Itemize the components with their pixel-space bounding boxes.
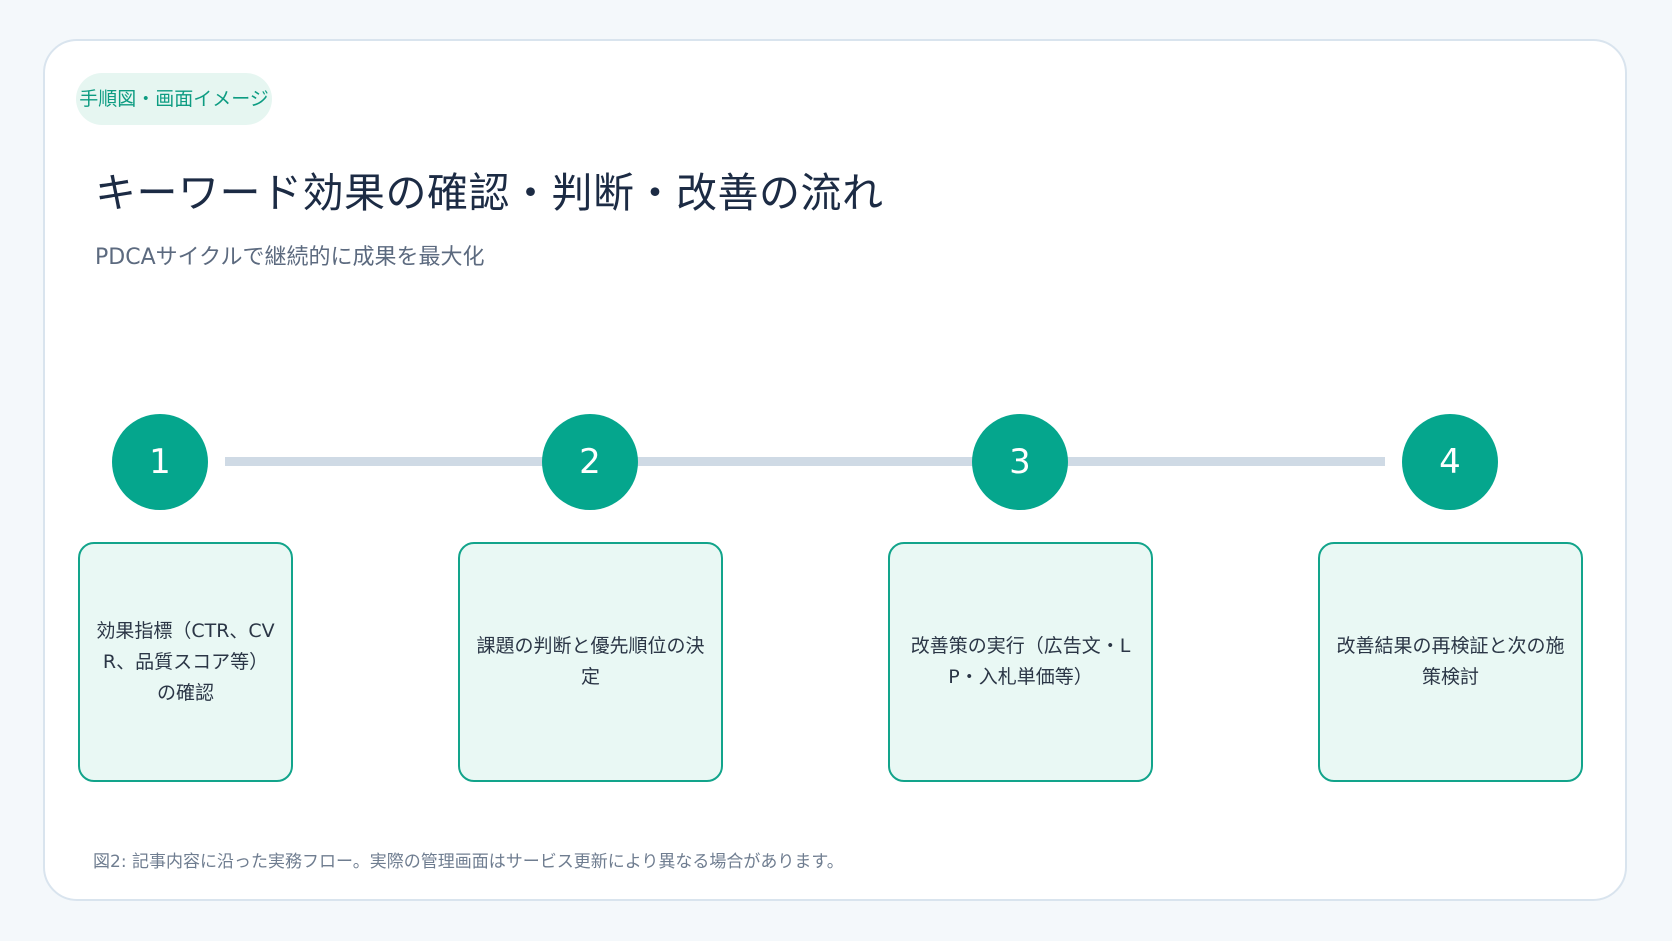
step-number-4: 4: [1402, 414, 1498, 510]
page-title: キーワード効果の確認・判断・改善の流れ: [95, 169, 884, 217]
step-number-2: 2: [542, 414, 638, 510]
step-text-4: 改善結果の再検証と次の施策検討: [1336, 635, 1565, 688]
category-badge: 手順図・画面イメージ: [76, 73, 272, 125]
page-subtitle: PDCAサイクルで継続的に成果を最大化: [95, 245, 485, 270]
connector-3-4: [1025, 457, 1385, 466]
step-text-2: 課題の判断と優先順位の決定: [476, 635, 705, 688]
connector-1-2: [225, 457, 585, 466]
step-text-3: 改善策の実行（広告文・LP・入札単価等）: [910, 635, 1131, 688]
figure-caption: 図2: 記事内容に沿った実務フロー。実際の管理画面はサービス更新により異なる場合…: [93, 852, 844, 872]
step-text-1: 効果指標（CTR、CVR、品質スコア等）の確認: [96, 619, 275, 704]
step-box-1: 効果指標（CTR、CVR、品質スコア等）の確認: [78, 542, 293, 782]
diagram-card: 手順図・画面イメージ キーワード効果の確認・判断・改善の流れ PDCAサイクルで…: [43, 39, 1627, 901]
step-box-4: 改善結果の再検証と次の施策検討: [1318, 542, 1583, 782]
connector-2-3: [625, 457, 985, 466]
step-number-1: 1: [112, 414, 208, 510]
step-box-2: 課題の判断と優先順位の決定: [458, 542, 723, 782]
step-box-3: 改善策の実行（広告文・LP・入札単価等）: [888, 542, 1153, 782]
step-number-3: 3: [972, 414, 1068, 510]
